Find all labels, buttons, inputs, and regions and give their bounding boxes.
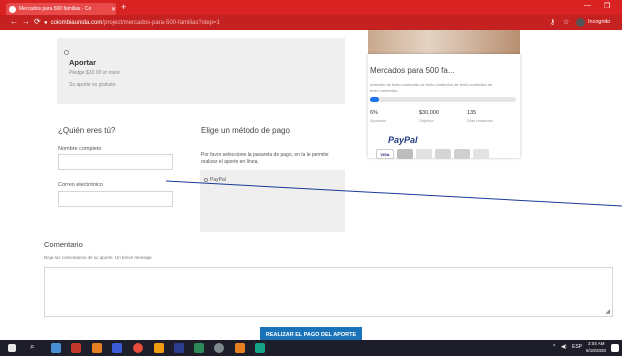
- page-content: Aportar Pledge $10.00 or more Su aporte …: [0, 30, 622, 341]
- comment-textarea[interactable]: ◢: [44, 267, 613, 317]
- browser-toolbar: ← → ⟳ ● colombiaunida.com /project/merca…: [0, 15, 622, 30]
- folder-icon[interactable]: [154, 343, 164, 353]
- lock-icon: ●: [44, 20, 48, 26]
- key-icon[interactable]: ⚷: [550, 18, 555, 26]
- back-icon[interactable]: ←: [10, 17, 18, 26]
- comment-hint: Deja tus comentarios de su aporte. Un br…: [44, 255, 153, 260]
- incognito-label: Incognito: [588, 19, 611, 25]
- reload-icon[interactable]: ⟳: [34, 17, 41, 26]
- tray-chevron-icon[interactable]: ^: [553, 344, 555, 350]
- notifications-icon[interactable]: [611, 344, 619, 352]
- settings-app-icon[interactable]: [112, 343, 122, 353]
- language-indicator[interactable]: ESP: [572, 344, 582, 350]
- tab-title: Mercados para 500 familias · Co: [19, 6, 92, 12]
- volume-icon[interactable]: ◀): [561, 344, 567, 350]
- url-domain: colombiaunida.com: [50, 20, 103, 26]
- clock-time[interactable]: 2:04 AM: [588, 341, 605, 346]
- search-icon[interactable]: ⌕: [30, 342, 40, 352]
- maximize-icon[interactable]: ❐: [604, 2, 610, 10]
- address-bar[interactable]: ● colombiaunida.com /project/mercados-pa…: [44, 18, 544, 28]
- minimize-icon[interactable]: —: [584, 2, 591, 9]
- app-icon[interactable]: [194, 343, 204, 353]
- url-path: /project/mercados-para-500-familias?step…: [102, 20, 220, 26]
- comment-heading: Comentario: [44, 240, 83, 249]
- app-orange-icon[interactable]: [235, 343, 245, 353]
- tab-favicon-icon: [9, 5, 16, 13]
- task-view-icon[interactable]: [51, 343, 61, 353]
- photoshop-icon[interactable]: [174, 343, 184, 353]
- pdf-app-icon[interactable]: [71, 343, 81, 353]
- chrome-icon[interactable]: [133, 343, 143, 353]
- browser-tab-strip: Mercados para 500 familias · Co ✕ + — ❐: [0, 0, 622, 15]
- forward-icon[interactable]: →: [22, 17, 30, 26]
- submit-payment-button[interactable]: REALIZAR EL PAGO DEL APORTE: [260, 327, 362, 341]
- terminal-icon[interactable]: [255, 343, 265, 353]
- tab-close-icon[interactable]: ✕: [111, 6, 116, 13]
- resize-handle-icon[interactable]: ◢: [605, 308, 610, 315]
- media-icon[interactable]: [214, 343, 224, 353]
- screen: Mercados para 500 familias · Co ✕ + — ❐ …: [0, 0, 622, 356]
- windows-start-icon[interactable]: [8, 344, 16, 352]
- illustrator-icon[interactable]: [92, 343, 102, 353]
- clock-date[interactable]: 6/18/2020: [586, 348, 606, 353]
- browser-tab[interactable]: Mercados para 500 familias · Co ✕: [6, 3, 116, 15]
- bookmark-star-icon[interactable]: ☆: [563, 18, 569, 26]
- new-tab-button[interactable]: +: [121, 2, 126, 12]
- incognito-icon[interactable]: [576, 18, 585, 27]
- windows-taskbar: ⌕ ^ ◀) ESP 2:04 AM 6/18/2020: [0, 340, 622, 356]
